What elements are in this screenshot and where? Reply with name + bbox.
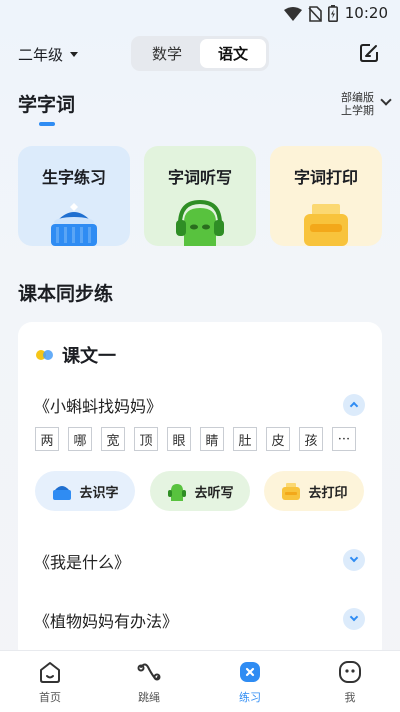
learn-characters-label: 去识字 xyxy=(79,485,119,501)
dictation-label: 去听写 xyxy=(194,485,234,501)
chevron-down-icon[interactable] xyxy=(380,94,392,106)
chevron-down-icon xyxy=(349,612,359,622)
character-list: 两 哪 宽 顶 眼 睛 肚 皮 孩 ··· xyxy=(35,427,356,451)
learn-section-title: 学字词 xyxy=(18,94,76,116)
grade-label: 二年级 xyxy=(18,46,64,64)
practice-icon xyxy=(240,662,260,682)
character-cell[interactable]: 睛 xyxy=(200,427,224,451)
chevron-down-icon xyxy=(349,553,359,563)
card-print-label: 字词打印 xyxy=(293,168,358,187)
character-cell[interactable]: 宽 xyxy=(101,427,125,451)
textbook-section-title: 课本同步练 xyxy=(18,283,114,305)
printer-icon xyxy=(304,204,348,246)
wifi-icon xyxy=(284,6,302,21)
nav-me[interactable]: 我 xyxy=(320,659,380,705)
lesson-title[interactable]: 《小蝌蚪找妈妈》 xyxy=(34,393,162,417)
title-underline xyxy=(39,122,55,126)
tab-chinese[interactable]: 语文 xyxy=(200,39,266,68)
caret-down-icon xyxy=(70,52,79,57)
nav-home[interactable]: 首页 xyxy=(20,659,80,705)
pencil-sharpener-icon xyxy=(51,203,97,246)
headphone-character-icon xyxy=(176,199,224,246)
lesson-panel: 课文一 《小蝌蚪找妈妈》 两 哪 宽 顶 眼 睛 肚 皮 孩 ··· 去识字 去… xyxy=(18,322,382,662)
card-dictation[interactable]: 字词听写 xyxy=(144,146,256,246)
pencil-sharpener-icon xyxy=(53,486,72,500)
subject-switch: 数学 语文 xyxy=(131,36,269,71)
character-cell[interactable]: 孩 xyxy=(299,427,323,451)
nav-practice[interactable]: 练习 xyxy=(220,659,280,705)
character-cell[interactable]: 肚 xyxy=(233,427,257,451)
card-dictation-label: 字词听写 xyxy=(167,168,232,187)
no-sim-icon xyxy=(308,5,322,22)
headphone-character-icon xyxy=(168,484,187,501)
card-character-practice-label: 生字练习 xyxy=(41,168,106,187)
battery-charging-icon xyxy=(328,5,338,22)
collapse-button[interactable] xyxy=(343,394,365,416)
bottom-navigation: 首页 跳绳 练习 我 xyxy=(0,650,400,712)
expand-button[interactable] xyxy=(343,608,365,630)
learn-characters-button[interactable]: 去识字 xyxy=(35,471,135,511)
grade-selector[interactable]: 二年级 xyxy=(18,44,79,65)
edit-icon[interactable] xyxy=(358,42,380,64)
nav-home-label: 首页 xyxy=(39,691,61,704)
chevron-up-icon xyxy=(349,401,359,411)
nav-jump-rope-label: 跳绳 xyxy=(138,691,160,704)
tab-math[interactable]: 数学 xyxy=(134,39,200,68)
dictation-button[interactable]: 去听写 xyxy=(150,471,250,511)
more-characters-button[interactable]: ··· xyxy=(332,427,356,451)
printer-icon xyxy=(282,483,301,500)
edition-term: 上学期 xyxy=(341,104,374,117)
status-bar: 10:20 xyxy=(0,0,400,28)
expand-button[interactable] xyxy=(343,549,365,571)
edition-selector[interactable]: 部编版 上学期 xyxy=(341,91,374,117)
profile-face-icon xyxy=(339,661,361,683)
card-print[interactable]: 字词打印 xyxy=(270,146,382,246)
unit-title: 课文一 xyxy=(62,346,116,367)
character-cell[interactable]: 两 xyxy=(35,427,59,451)
nav-me-label: 我 xyxy=(344,691,356,704)
lesson-title[interactable]: 《我是什么》 xyxy=(34,549,130,573)
card-character-practice[interactable]: 生字练习 xyxy=(18,146,130,246)
character-cell[interactable]: 眼 xyxy=(167,427,191,451)
print-button[interactable]: 去打印 xyxy=(264,471,364,511)
nav-jump-rope[interactable]: 跳绳 xyxy=(119,659,179,705)
character-cell[interactable]: 顶 xyxy=(134,427,158,451)
home-icon xyxy=(40,662,60,683)
status-time: 10:20 xyxy=(344,4,388,22)
print-label: 去打印 xyxy=(308,485,348,501)
character-cell[interactable]: 哪 xyxy=(68,427,92,451)
unit-dots-icon xyxy=(36,350,53,360)
nav-practice-label: 练习 xyxy=(239,691,261,704)
edition-version: 部编版 xyxy=(341,91,374,104)
jump-rope-icon xyxy=(137,663,161,681)
character-cell[interactable]: 皮 xyxy=(266,427,290,451)
lesson-title[interactable]: 《植物妈妈有办法》 xyxy=(34,608,178,632)
